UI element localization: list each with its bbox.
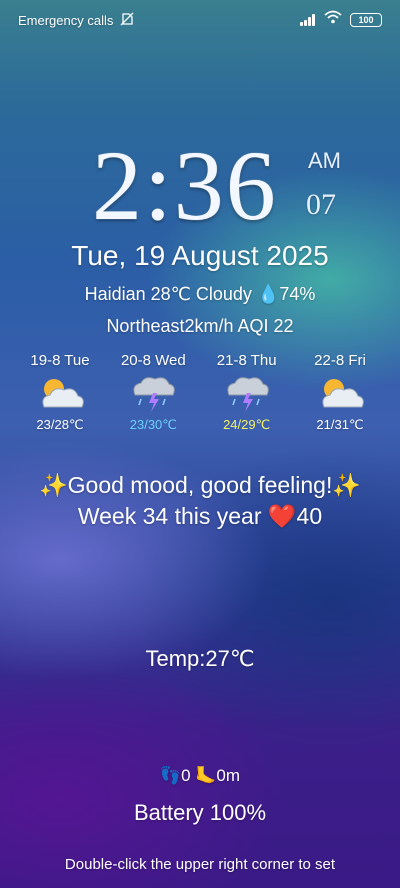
status-bar-right: 100 bbox=[300, 10, 382, 29]
week-progress: Week 34 this year ❤️40 bbox=[0, 503, 400, 530]
forecast-temp: 24/29℃ bbox=[223, 417, 271, 432]
forecast-day-label: 21-8 Thu bbox=[216, 352, 277, 369]
location-label: Haidian bbox=[84, 284, 146, 304]
thunderstorm-icon bbox=[107, 371, 199, 415]
signal-icon bbox=[300, 13, 316, 26]
wifi-icon bbox=[324, 10, 342, 29]
thunderstorm-icon bbox=[201, 371, 293, 415]
status-bar-left: Emergency calls bbox=[18, 12, 135, 29]
wind-direction: Northeast bbox=[106, 316, 185, 336]
battery-label: Battery 100% bbox=[133, 800, 267, 825]
clock-ampm: AM bbox=[308, 148, 341, 173]
forecast-day-label: 19-8 Tue bbox=[30, 352, 90, 369]
wind-speed: 2km/h bbox=[184, 316, 234, 336]
forecast-day: 20-8 Wed 23/30℃ bbox=[107, 352, 199, 433]
week-text: Week 34 this year bbox=[77, 503, 268, 529]
emergency-calls-label: Emergency calls bbox=[18, 13, 114, 28]
forecast-temp: 21/31℃ bbox=[316, 417, 364, 432]
forecast-day: 21-8 Thu 24/29℃ bbox=[201, 352, 293, 433]
date-label: Tue, 19 August 2025 bbox=[71, 240, 329, 271]
humidity-label: 74% bbox=[279, 284, 316, 304]
settings-hint[interactable]: Double-click the upper right corner to s… bbox=[0, 856, 400, 873]
current-temp: 28℃ bbox=[150, 284, 191, 304]
forecast-day-label: 20-8 Wed bbox=[120, 352, 186, 369]
no-sim-icon bbox=[119, 12, 135, 29]
weather-summary: Haidian 28℃ Cloudy 💧74% bbox=[0, 284, 400, 305]
droplet-icon: 💧 bbox=[256, 284, 280, 304]
wind-summary: Northeast2km/h AQI 22 bbox=[0, 316, 400, 337]
forecast-day-label: 22-8 Fri bbox=[314, 352, 366, 369]
battery-icon: 100 bbox=[350, 12, 382, 27]
forecast-day: 19-8 Tue 23/28℃ bbox=[14, 352, 106, 433]
forecast-temp: 23/28℃ bbox=[36, 417, 84, 432]
forecast-day: 22-8 Fri 21/31℃ bbox=[294, 352, 386, 433]
device-temp: Temp:27℃ bbox=[145, 646, 255, 671]
week-value: 40 bbox=[296, 503, 323, 529]
forecast-row: 19-8 Tue 23/28℃ 20-8 Wed 23/30℃ 21-8 Thu bbox=[14, 352, 386, 433]
heart-icon: ❤️ bbox=[267, 503, 297, 529]
condition-label: Cloudy bbox=[195, 284, 252, 304]
mood-text: ✨Good mood, good feeling!✨ bbox=[39, 472, 361, 498]
aqi-label: AQI 22 bbox=[237, 316, 294, 336]
forecast-temp: 23/30℃ bbox=[129, 417, 177, 432]
partly-cloudy-icon bbox=[14, 371, 106, 415]
steps-info: 👣0 🦶0m bbox=[159, 766, 241, 785]
clock-time: 2:36 bbox=[92, 130, 278, 241]
partly-cloudy-icon bbox=[294, 371, 386, 415]
clock-seconds: 07 bbox=[306, 188, 336, 221]
